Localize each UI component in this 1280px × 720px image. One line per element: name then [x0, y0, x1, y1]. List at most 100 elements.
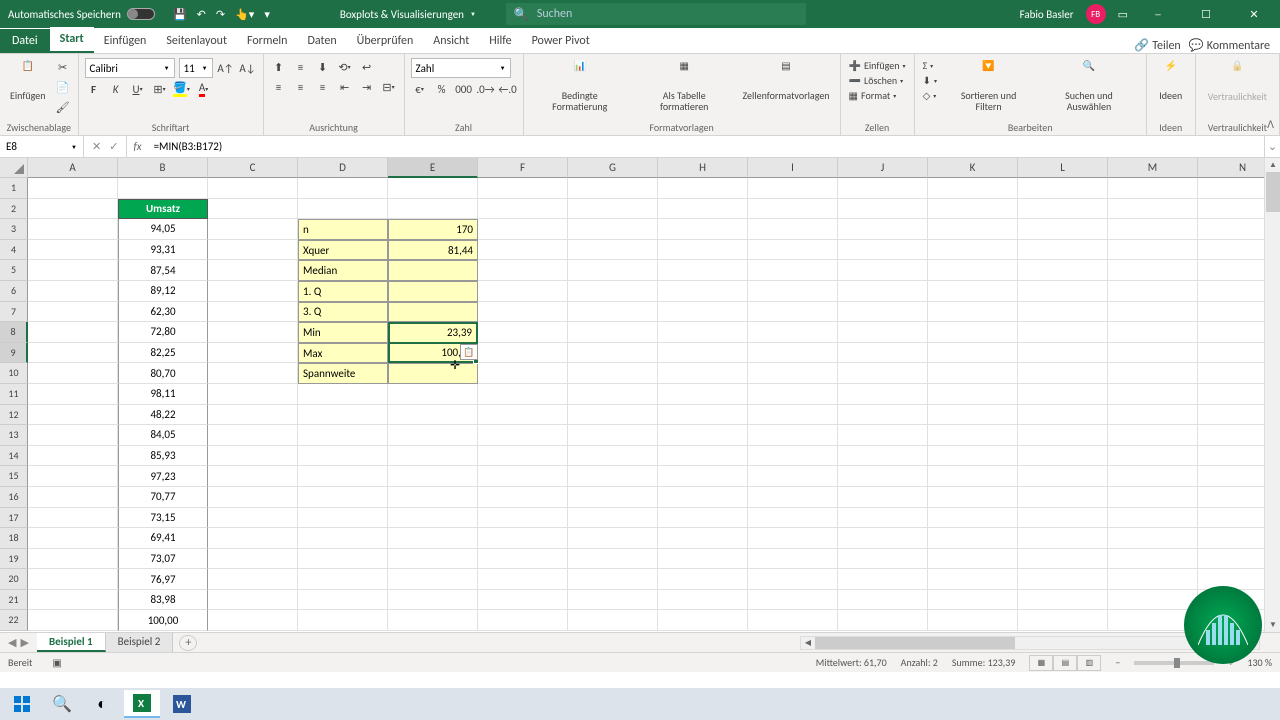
fill-color-button[interactable]: 🪣▾ [173, 80, 191, 98]
cell-M15[interactable] [1108, 466, 1198, 487]
cell-D12[interactable] [298, 405, 388, 426]
cell-E3[interactable]: 170 [388, 219, 478, 240]
cell-G20[interactable] [568, 569, 658, 590]
cell-E21[interactable] [388, 590, 478, 611]
sheet-prev-button[interactable]: ◀ [8, 636, 16, 649]
format-painter-button[interactable]: 🖌 [54, 98, 72, 116]
cell-K12[interactable] [928, 405, 1018, 426]
autosave-toggle[interactable]: Automatisches Speichern [0, 8, 163, 21]
cell-J20[interactable] [838, 569, 928, 590]
cell-F4[interactable] [478, 240, 568, 261]
cell-A21[interactable] [28, 590, 118, 611]
name-box[interactable]: E8▼ [0, 136, 84, 157]
cell-E2[interactable] [388, 199, 478, 220]
align-right-button[interactable]: ≡ [314, 78, 332, 96]
cell-K22[interactable] [928, 610, 1018, 631]
cell-I17[interactable] [748, 508, 838, 529]
cell-I12[interactable] [748, 405, 838, 426]
cell-F9[interactable] [478, 343, 568, 364]
cell-E11[interactable] [388, 384, 478, 405]
cell-D11[interactable] [298, 384, 388, 405]
cell-A20[interactable] [28, 569, 118, 590]
cell-B13[interactable]: 84,05 [118, 425, 208, 446]
cell-G8[interactable] [568, 322, 658, 343]
cell-F20[interactable] [478, 569, 568, 590]
minimize-button[interactable]: ─ [1140, 0, 1176, 28]
cell-E1[interactable] [388, 178, 478, 199]
cell-J3[interactable] [838, 219, 928, 240]
cell-H9[interactable] [658, 343, 748, 364]
cell-L15[interactable] [1018, 466, 1108, 487]
cell-B14[interactable]: 85,93 [118, 446, 208, 467]
cell-K2[interactable] [928, 199, 1018, 220]
cell-C20[interactable] [208, 569, 298, 590]
row-header-11[interactable]: 11 [0, 384, 28, 405]
cell-G7[interactable] [568, 302, 658, 323]
align-bottom-button[interactable]: ⬇ [314, 58, 332, 76]
cell-I3[interactable] [748, 219, 838, 240]
cell-B21[interactable]: 83,98 [118, 590, 208, 611]
cell-L10[interactable] [1018, 363, 1108, 384]
column-header-C[interactable]: C [208, 158, 298, 178]
ribbon-mode-icon[interactable]: ▭ [1118, 8, 1128, 21]
cell-H4[interactable] [658, 240, 748, 261]
user-name[interactable]: Fabio Basler [1020, 8, 1074, 21]
cell-C3[interactable] [208, 219, 298, 240]
enter-formula-button[interactable]: ✓ [109, 140, 118, 153]
cell-A2[interactable] [28, 199, 118, 220]
cell-M16[interactable] [1108, 487, 1198, 508]
column-header-L[interactable]: L [1018, 158, 1108, 178]
cell-G11[interactable] [568, 384, 658, 405]
cell-G10[interactable] [568, 363, 658, 384]
cell-J1[interactable] [838, 178, 928, 199]
font-size-select[interactable]: 11▼ [179, 58, 213, 78]
cell-H11[interactable] [658, 384, 748, 405]
zoom-out-button[interactable]: − [1115, 656, 1120, 669]
cell-J22[interactable] [838, 610, 928, 631]
cell-F15[interactable] [478, 466, 568, 487]
cell-A14[interactable] [28, 446, 118, 467]
cell-B15[interactable]: 97,23 [118, 466, 208, 487]
cell-B3[interactable]: 94,05 [118, 219, 208, 240]
cell-H22[interactable] [658, 610, 748, 631]
cell-K20[interactable] [928, 569, 1018, 590]
decrease-font-button[interactable]: A↓ [239, 59, 257, 77]
cell-J13[interactable] [838, 425, 928, 446]
copy-button[interactable]: 📄 [54, 78, 72, 96]
undo-icon[interactable]: ↶ [197, 8, 206, 21]
cell-J8[interactable] [838, 322, 928, 343]
cell-I19[interactable] [748, 549, 838, 570]
column-header-F[interactable]: F [478, 158, 568, 178]
font-name-select[interactable]: Calibri▼ [85, 58, 175, 78]
cell-L1[interactable] [1018, 178, 1108, 199]
start-button[interactable] [4, 690, 40, 718]
cell-F8[interactable] [478, 322, 568, 343]
cell-B18[interactable]: 69,41 [118, 528, 208, 549]
cell-G12[interactable] [568, 405, 658, 426]
cell-M19[interactable] [1108, 549, 1198, 570]
cell-B1[interactable] [118, 178, 208, 199]
cell-I16[interactable] [748, 487, 838, 508]
ideas-button[interactable]: ⚡Ideen [1153, 58, 1189, 103]
normal-view-button[interactable]: ▦ [1029, 655, 1053, 671]
page-break-button[interactable]: ▥ [1077, 655, 1101, 671]
cell-E7[interactable] [388, 302, 478, 323]
cell-D4[interactable]: Xquer [298, 240, 388, 261]
expand-formula-bar-button[interactable]: ⌄ [1264, 136, 1280, 157]
cell-F21[interactable] [478, 590, 568, 611]
cell-F18[interactable] [478, 528, 568, 549]
cell-D15[interactable] [298, 466, 388, 487]
scroll-down-button[interactable]: ▼ [1266, 618, 1280, 632]
cell-A15[interactable] [28, 466, 118, 487]
zoom-slider[interactable] [1134, 661, 1214, 665]
cell-M1[interactable] [1108, 178, 1198, 199]
sheet-tab-2[interactable]: Beispiel 2 [106, 633, 174, 652]
autosum-button[interactable]: Σ▾ [921, 58, 939, 73]
cell-M6[interactable] [1108, 281, 1198, 302]
word-taskbar-button[interactable]: W [164, 690, 200, 718]
cell-B2[interactable]: Umsatz [118, 199, 208, 220]
cell-J5[interactable] [838, 260, 928, 281]
tab-review[interactable]: Überprüfen [347, 29, 424, 53]
cell-C22[interactable] [208, 610, 298, 631]
cell-K13[interactable] [928, 425, 1018, 446]
